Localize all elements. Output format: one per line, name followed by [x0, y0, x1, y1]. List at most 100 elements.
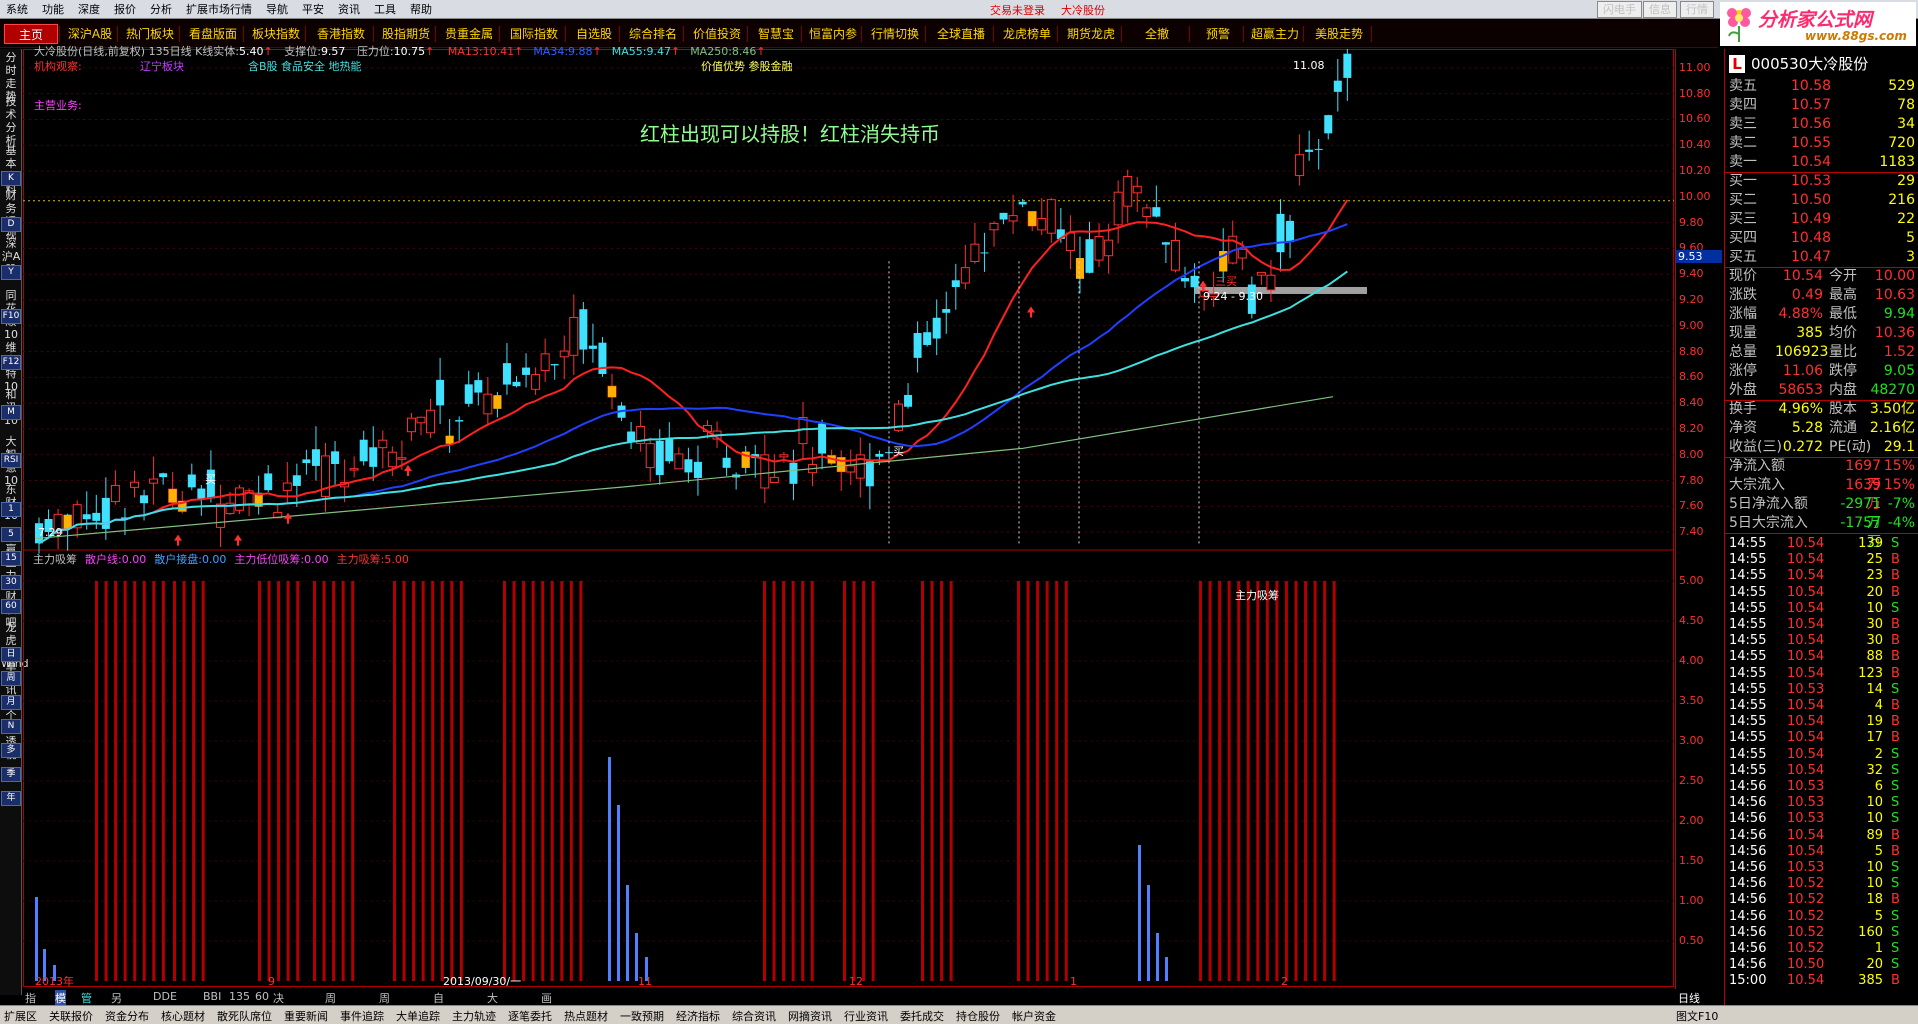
- kline-chart[interactable]: 2013年 9 2013/09/30/一 11 12 1 2 大冷股份(日线,前复权) 13…: [23, 45, 1674, 987]
- menu-item[interactable]: 平安: [295, 0, 331, 19]
- nav-tab[interactable]: 自选股: [570, 24, 618, 44]
- f10-status[interactable]: 图文F10: [1676, 1008, 1718, 1024]
- nav-tab[interactable]: 热门板块: [122, 24, 178, 44]
- bottom-tab[interactable]: 综合资讯: [732, 1008, 776, 1024]
- menu-right-link[interactable]: 交易未登录: [990, 4, 1045, 17]
- left-shortcut-button[interactable]: 1: [1, 502, 21, 517]
- menu-item[interactable]: 功能: [35, 0, 71, 19]
- nav-tab[interactable]: 股指期货: [378, 24, 434, 44]
- nav-tab[interactable]: 深沪A股: [64, 24, 116, 44]
- nav-tab[interactable]: 恒富内参: [806, 24, 860, 44]
- bottom-tab[interactable]: 持仓股份: [956, 1008, 1000, 1024]
- menu-right-link[interactable]: 大冷股份: [1061, 4, 1105, 17]
- bottom-tab[interactable]: 经济指标: [676, 1008, 720, 1024]
- nav-tab[interactable]: 综合排名: [624, 24, 682, 44]
- nav-tab[interactable]: 板块指数: [248, 24, 304, 44]
- fin-value: 29.1: [1883, 439, 1915, 455]
- nav-tab[interactable]: 龙虎榜单: [998, 24, 1056, 44]
- bottom-tab[interactable]: 热点题材: [564, 1008, 608, 1024]
- bottom-tab[interactable]: 网摘资讯: [788, 1008, 832, 1024]
- bottom-tab[interactable]: 散死队席位: [217, 1008, 272, 1024]
- bottom-tab[interactable]: 资金分布: [105, 1008, 149, 1024]
- nav-tab[interactable]: 期货龙虎: [1062, 24, 1120, 44]
- left-shortcut-button[interactable]: F12: [1, 355, 21, 370]
- bottom-tab[interactable]: 帐户资金: [1012, 1008, 1056, 1024]
- ma-legend-item: MA34:9.88↑: [533, 45, 601, 58]
- chart-tab[interactable]: BBI: [203, 990, 221, 1003]
- bottom-tab[interactable]: 大单追踪: [396, 1008, 440, 1024]
- bottom-tab[interactable]: 委托成交: [900, 1008, 944, 1024]
- nav-tab[interactable]: 美股走势: [1308, 24, 1370, 44]
- left-shortcut-button[interactable]: 15: [1, 551, 21, 566]
- nav-tab[interactable]: 全撤: [1126, 24, 1188, 44]
- bottom-tab[interactable]: 逐笔委托: [508, 1008, 552, 1024]
- sub-legend-value: 0.00: [121, 553, 147, 566]
- tick-volume: 32: [1866, 762, 1883, 778]
- quote-row: 买三 10.49 22: [1725, 210, 1918, 229]
- left-tab[interactable]: 分时走势: [1, 51, 21, 103]
- menu-item[interactable]: 分析: [143, 0, 179, 19]
- stat-row: 现量 385 均价 10.36: [1725, 324, 1918, 343]
- nav-tab[interactable]: 全球直播: [930, 24, 992, 44]
- left-shortcut-button[interactable]: 月: [1, 695, 21, 710]
- menu-item[interactable]: 帮助: [403, 0, 439, 19]
- bottom-tab[interactable]: 一致预期: [620, 1008, 664, 1024]
- accumulation-bar: [843, 581, 846, 981]
- menu-item[interactable]: 系统: [0, 0, 35, 19]
- menu-item[interactable]: 工具: [367, 0, 403, 19]
- left-shortcut-button[interactable]: RSI: [1, 453, 21, 468]
- chart-tab[interactable]: 60: [255, 990, 269, 1003]
- nav-tab[interactable]: 智慧宝: [752, 24, 800, 44]
- left-shortcut-button[interactable]: Y: [1, 265, 21, 280]
- price-tick: 10.20: [1679, 164, 1711, 178]
- nav-tab[interactable]: 行情切换: [866, 24, 924, 44]
- menu-item[interactable]: 扩展市场行情: [179, 0, 259, 19]
- bottom-tab[interactable]: 事件追踪: [340, 1008, 384, 1024]
- nav-tab[interactable]: 看盘版面: [184, 24, 242, 44]
- left-shortcut-button[interactable]: D: [1, 217, 21, 232]
- nav-separator: [1057, 26, 1058, 42]
- stat-value: 10.63: [1874, 287, 1915, 303]
- nav-tab[interactable]: 香港指数: [310, 24, 372, 44]
- up-arrow-icon: [284, 512, 292, 524]
- quote-label: 卖五: [1729, 78, 1757, 94]
- menu-item[interactable]: 导航: [259, 0, 295, 19]
- accumulation-bar: [1199, 581, 1202, 981]
- nav-tab[interactable]: 价值投资: [688, 24, 746, 44]
- bottom-tab[interactable]: 主力轨迹: [452, 1008, 496, 1024]
- left-shortcut-button[interactable]: 年: [1, 791, 21, 806]
- stat-label: 外盘: [1729, 382, 1757, 398]
- left-shortcut-button[interactable]: F10: [1, 309, 21, 324]
- nav-tab[interactable]: 主页: [4, 24, 58, 44]
- chart-tab[interactable]: 135: [229, 990, 250, 1003]
- menu-item[interactable]: 深度: [71, 0, 107, 19]
- menu-item[interactable]: 资讯: [331, 0, 367, 19]
- left-tab[interactable]: 技术分析: [1, 95, 21, 147]
- support-value: 9.57: [320, 45, 346, 58]
- left-shortcut-button[interactable]: K: [1, 171, 21, 186]
- bottom-tab[interactable]: 核心题材: [161, 1008, 205, 1024]
- nav-tab[interactable]: 国际指数: [504, 24, 564, 44]
- nav-tab[interactable]: 贵重金属: [440, 24, 498, 44]
- tick-time: 14:55: [1729, 762, 1767, 778]
- bottom-tab[interactable]: 行业资讯: [844, 1008, 888, 1024]
- left-shortcut-button[interactable]: 5: [1, 527, 21, 542]
- left-shortcut-button[interactable]: N: [1, 719, 21, 734]
- bottom-tab[interactable]: 扩展区: [4, 1008, 37, 1024]
- left-shortcut-button[interactable]: 周: [1, 671, 21, 686]
- bottom-tab[interactable]: 关联报价: [49, 1008, 93, 1024]
- left-shortcut-button[interactable]: M: [1, 405, 21, 420]
- candle-body: [693, 461, 702, 478]
- nav-tab[interactable]: 预警: [1194, 24, 1242, 44]
- left-shortcut-button[interactable]: 多: [1, 743, 21, 758]
- left-shortcut-button[interactable]: 日: [1, 647, 21, 662]
- info-button[interactable]: 信息: [1643, 1, 1677, 18]
- left-shortcut-button[interactable]: 30: [1, 575, 21, 590]
- bottom-tab[interactable]: 重要新闻: [284, 1008, 328, 1024]
- flash-trader-button[interactable]: 闪电手: [1597, 1, 1642, 18]
- nav-tab[interactable]: 超赢主力: [1248, 24, 1302, 44]
- left-shortcut-button[interactable]: 季: [1, 767, 21, 782]
- left-shortcut-button[interactable]: 60: [1, 599, 21, 614]
- menu-item[interactable]: 报价: [107, 0, 143, 19]
- quotes-button[interactable]: 行情: [1680, 1, 1714, 18]
